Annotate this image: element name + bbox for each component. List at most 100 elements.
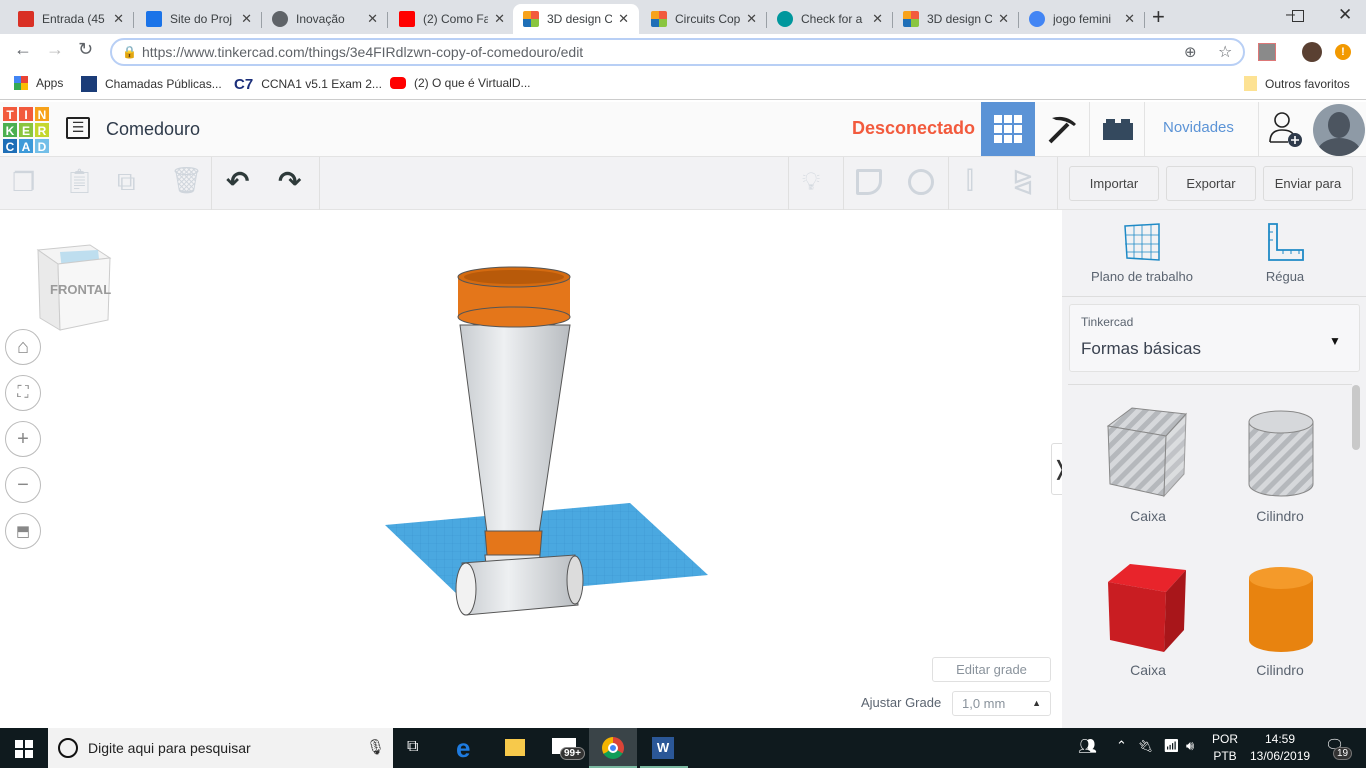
update-alert-icon[interactable]: ! <box>1335 44 1351 60</box>
import-button[interactable]: Importar <box>1069 166 1159 201</box>
bookmark-virtuald[interactable]: (2) O que é VirtualD... <box>390 76 531 90</box>
delete-icon[interactable]: 🗑︎ <box>170 165 203 196</box>
pdf-extension-icon[interactable] <box>1258 43 1276 61</box>
home-view-button[interactable]: ⌂ <box>5 329 41 365</box>
browser-tab[interactable]: Inovação ✕ <box>262 4 388 34</box>
browser-tab[interactable]: 3D design C ✕ <box>513 4 639 34</box>
close-tab-icon[interactable]: ✕ <box>618 11 629 27</box>
youtube-icon <box>399 11 415 27</box>
forward-button[interactable]: → <box>46 39 64 60</box>
profile-avatar[interactable] <box>1302 42 1322 62</box>
logo-letter: E <box>18 122 34 138</box>
close-tab-icon[interactable]: ✕ <box>494 11 505 27</box>
zoom-in-button[interactable]: + <box>5 421 41 457</box>
view-cube[interactable]: FRONTAL <box>30 240 120 335</box>
logo-letter: N <box>34 106 50 122</box>
show-hidden-icons[interactable]: ⌃ <box>1116 738 1127 754</box>
shape-box-solid[interactable] <box>1104 562 1190 654</box>
3d-viewport[interactable]: FRONTAL ⌂ ⛶ + − ⬒ ❭ Editar grade Ajustar… <box>0 210 1069 728</box>
redo-icon[interactable]: ↷ <box>278 165 301 198</box>
export-button[interactable]: Exportar <box>1166 166 1256 201</box>
mirror-icon[interactable]: ⧎ <box>1012 165 1034 196</box>
ortho-view-button[interactable]: ⬒ <box>5 513 41 549</box>
user-avatar[interactable] <box>1313 104 1365 156</box>
design-list-icon[interactable]: ☰ <box>66 117 90 139</box>
chrome-taskbar-button[interactable] <box>589 728 637 768</box>
taskbar-search-input[interactable]: Digite aqui para pesquisar 🎙︎ <box>48 728 393 768</box>
minecraft-view-button[interactable] <box>1036 102 1090 156</box>
close-tab-icon[interactable]: ✕ <box>113 11 124 27</box>
browser-tab[interactable]: Site do Proj ✕ <box>136 4 262 34</box>
restore-button[interactable] <box>1292 10 1304 22</box>
microphone-icon[interactable]: 🎙︎ <box>366 738 385 756</box>
zoom-icon[interactable]: ⊕ <box>1184 43 1197 61</box>
align-icon[interactable]: ⫿ <box>966 167 974 195</box>
word-taskbar-button[interactable]: W <box>640 728 688 768</box>
panel-scrollbar[interactable] <box>1352 385 1360 450</box>
new-tab-button[interactable]: + <box>1152 4 1165 30</box>
people-icon[interactable]: 👥︎ <box>1078 737 1097 755</box>
close-window-button[interactable]: ✕ <box>1338 5 1352 25</box>
logo-letter: C <box>2 138 18 154</box>
windows-start-icon[interactable] <box>15 740 33 758</box>
file-explorer-icon[interactable] <box>505 739 525 756</box>
news-link[interactable]: Novidades <box>1163 119 1234 136</box>
close-tab-icon[interactable]: ✕ <box>1124 11 1135 27</box>
browser-tab[interactable]: Circuits Cop ✕ <box>641 4 767 34</box>
clock-date: 13/06/2019 <box>1250 749 1311 763</box>
library-select[interactable]: Tinkercad Formas básicas ▼ <box>1069 304 1360 372</box>
comedouro-model[interactable] <box>380 255 720 655</box>
wifi-icon[interactable]: 📶︎ <box>1163 738 1180 754</box>
close-tab-icon[interactable]: ✕ <box>367 11 378 27</box>
bookmark-ccna[interactable]: C7 CCNA1 v5.1 Exam 2... <box>234 76 382 93</box>
zoom-out-button[interactable]: − <box>5 467 41 503</box>
close-tab-icon[interactable]: ✕ <box>998 11 1009 27</box>
close-tab-icon[interactable]: ✕ <box>872 11 883 27</box>
browser-tab[interactable]: Check for a ✕ <box>767 4 893 34</box>
bookmark-apps[interactable]: Apps <box>14 76 63 90</box>
fit-view-button[interactable]: ⛶ <box>5 375 41 411</box>
invite-user-button[interactable] <box>1258 102 1312 156</box>
browser-tab[interactable]: 3D design C ✕ <box>893 4 1019 34</box>
reload-button[interactable]: ↻ <box>78 39 93 60</box>
battery-icon[interactable]: 🔌︎ <box>1138 739 1153 753</box>
bookmark-other-folder[interactable]: Outros favoritos <box>1244 76 1350 91</box>
duplicate-icon[interactable]: ⧉ <box>117 166 136 198</box>
workplane-button[interactable]: Plano de trabalho <box>1082 222 1202 284</box>
undo-icon[interactable]: ↶ <box>226 165 249 198</box>
paste-icon[interactable]: 📋︎ <box>64 167 94 196</box>
snap-grid-select[interactable]: 1,0 mm ▲ <box>952 691 1051 716</box>
close-tab-icon[interactable]: ✕ <box>746 11 757 27</box>
tab-label: Site do Proj <box>170 12 233 26</box>
bookmark-star-icon[interactable]: ☆ <box>1218 42 1232 62</box>
shape-box-hole[interactable] <box>1104 406 1190 498</box>
lightbulb-icon[interactable]: 💡︎ <box>802 166 820 198</box>
design-title[interactable]: Comedouro <box>106 119 200 140</box>
back-button[interactable]: ← <box>14 39 32 60</box>
ungroup-icon[interactable] <box>908 169 934 195</box>
send-to-button[interactable]: Enviar para <box>1263 166 1353 201</box>
edge-icon[interactable]: e <box>456 733 470 764</box>
lego-view-button[interactable] <box>1091 102 1145 156</box>
task-view-icon[interactable]: ⧉ <box>407 738 418 756</box>
volume-icon[interactable]: 🔊︎ <box>1186 738 1194 754</box>
shape-cylinder-solid[interactable] <box>1246 564 1316 654</box>
browser-tab[interactable]: jogo femini ✕ <box>1019 4 1145 34</box>
copy-icon[interactable]: ❐ <box>12 167 35 198</box>
group-icon[interactable] <box>856 169 882 195</box>
browser-tab[interactable]: (2) Como Fa ✕ <box>389 4 515 34</box>
ruler-button[interactable]: Régua <box>1245 222 1325 284</box>
bookmark-chamadas[interactable]: Chamadas Públicas... <box>81 76 222 92</box>
close-tab-icon[interactable]: ✕ <box>241 11 252 27</box>
c7-icon: C7 <box>234 76 254 93</box>
globe-icon <box>272 11 288 27</box>
3d-view-button[interactable] <box>981 102 1035 156</box>
shape-cylinder-hole[interactable] <box>1246 408 1316 498</box>
edit-grid-button[interactable]: Editar grade <box>932 657 1051 682</box>
browser-tab[interactable]: Entrada (45 ✕ <box>8 4 134 34</box>
language-indicator[interactable]: POR PTB <box>1212 732 1238 763</box>
tinkercad-logo[interactable]: TINKERCAD <box>2 106 50 154</box>
clock[interactable]: 14:59 13/06/2019 <box>1250 732 1310 763</box>
url-input[interactable]: 🔒 https://www.tinkercad.com/things/3e4FI… <box>110 38 1245 66</box>
brick-icon <box>1102 119 1133 140</box>
